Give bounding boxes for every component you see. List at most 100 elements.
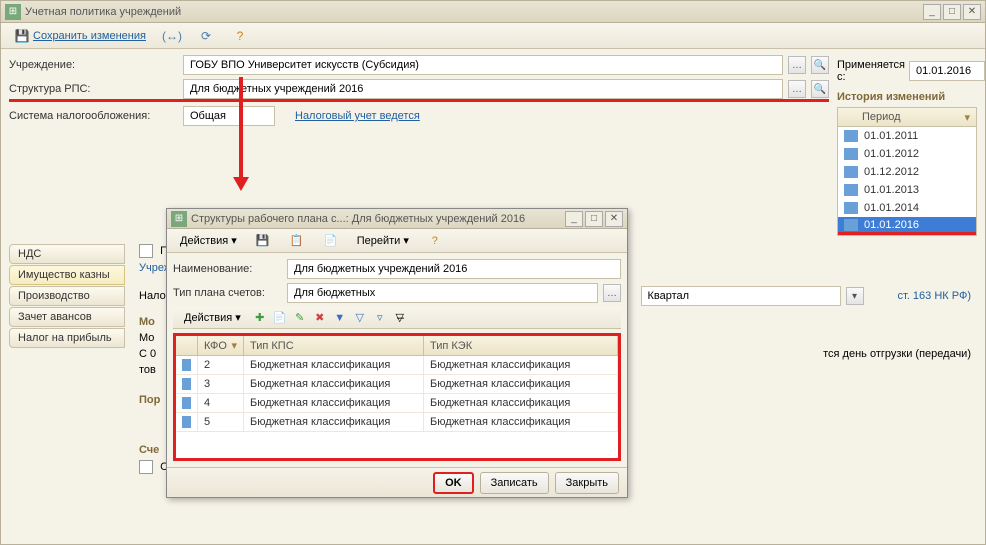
- grid-actions-menu[interactable]: Действия ▾: [177, 308, 248, 328]
- history-item[interactable]: 01.12.2012: [838, 163, 976, 181]
- minimize-button[interactable]: _: [923, 4, 941, 20]
- dialog-list-button[interactable]: 📄: [316, 231, 346, 251]
- delete-icon[interactable]: ✖: [312, 310, 328, 326]
- sche-checkbox[interactable]: [139, 460, 153, 474]
- dialog-close-button[interactable]: ✕: [605, 211, 623, 227]
- dialog-plantype-row: Тип плана счетов: …: [173, 283, 621, 303]
- institution-input[interactable]: [183, 55, 783, 75]
- nav-tabs: НДСИмущество казныПроизводствоЗачет аван…: [9, 240, 125, 538]
- diskette-icon: 💾: [255, 233, 271, 249]
- save-changes-button[interactable]: 💾 Сохранить изменения: [7, 26, 153, 46]
- help-button[interactable]: ?: [225, 26, 255, 46]
- refresh-button[interactable]: ⟳: [191, 26, 221, 46]
- nav-tab-0[interactable]: НДС: [9, 244, 125, 264]
- dialog-name-field[interactable]: [292, 260, 616, 278]
- table-row[interactable]: 5Бюджетная классификацияБюджетная класси…: [176, 413, 618, 432]
- applies-input[interactable]: [909, 61, 985, 81]
- table-row[interactable]: 4Бюджетная классификацияБюджетная класси…: [176, 394, 618, 413]
- table-row[interactable]: 2Бюджетная классификацияБюджетная класси…: [176, 356, 618, 375]
- dialog-maximize-button[interactable]: □: [585, 211, 603, 227]
- history-item-date: 01.12.2012: [864, 166, 919, 178]
- history-item[interactable]: 01.01.2012: [838, 145, 976, 163]
- dialog-controls: _ □ ✕: [565, 211, 623, 227]
- filter-icon[interactable]: ▼: [332, 310, 348, 326]
- vat-period-input[interactable]: [641, 286, 841, 306]
- dialog-help-button[interactable]: ?: [420, 231, 450, 251]
- list-icon: 📄: [323, 233, 339, 249]
- chevron-down-icon: ▾: [235, 311, 241, 324]
- history-item[interactable]: 01.01.2013: [838, 181, 976, 199]
- applies-label: Применяется с:: [837, 59, 905, 83]
- titlebar: ⊞ Учетная политика учреждений _ □ ✕: [1, 1, 985, 23]
- window-title: Учетная политика учреждений: [25, 6, 923, 18]
- table-row[interactable]: 3Бюджетная классификацияБюджетная класси…: [176, 375, 618, 394]
- vat-period-dropdown-button[interactable]: ▾: [846, 287, 864, 305]
- taxsys-field[interactable]: [188, 107, 270, 125]
- nav-tab-4[interactable]: Налог на прибыль: [9, 328, 125, 348]
- dialog-close-action-button[interactable]: Закрыть: [555, 472, 619, 494]
- app-icon: ⊞: [5, 4, 21, 20]
- dialog-actions-menu[interactable]: Действия ▾: [173, 231, 244, 251]
- taxsys-input[interactable]: [183, 106, 275, 126]
- institution-ellipsis-button[interactable]: …: [788, 56, 806, 74]
- cell-kek: Бюджетная классификация: [424, 413, 618, 431]
- dialog-plantype-input[interactable]: [287, 283, 598, 303]
- dialog-actions-label: Действия: [180, 235, 228, 247]
- arrow-collapse-icon: (↔): [164, 28, 180, 44]
- history-col-header[interactable]: Период ▾: [837, 107, 977, 127]
- filter3-icon[interactable]: ▿: [372, 310, 388, 326]
- close-button[interactable]: ✕: [963, 4, 981, 20]
- filter-clear-icon[interactable]: ▽̶: [392, 310, 408, 326]
- dialog-save-tb-button[interactable]: 💾: [248, 231, 278, 251]
- vat-period-field[interactable]: [646, 287, 836, 305]
- cell-kek: Бюджетная классификация: [424, 356, 618, 374]
- maximize-button[interactable]: □: [943, 4, 961, 20]
- rps-ellipsis-button[interactable]: …: [788, 80, 806, 98]
- history-item[interactable]: 01.01.2014: [838, 199, 976, 217]
- grid-col-icon[interactable]: [176, 336, 198, 355]
- dialog-name-input[interactable]: [287, 259, 621, 279]
- cell-kfo: 2: [198, 356, 244, 374]
- institution-search-button[interactable]: 🔍: [811, 56, 829, 74]
- add-copy-icon[interactable]: 📄: [272, 310, 288, 326]
- copy-icon: 📋: [289, 233, 305, 249]
- add-icon[interactable]: ✚: [252, 310, 268, 326]
- history-item-date: 01.01.2014: [864, 202, 919, 214]
- grid-actions-label: Действия: [184, 312, 232, 324]
- history-item-date: 01.01.2011: [864, 130, 918, 142]
- dialog-ok-button[interactable]: OK: [433, 472, 474, 494]
- rps-field[interactable]: [188, 80, 778, 98]
- edit-icon[interactable]: ✎: [292, 310, 308, 326]
- dialog-plantype-field[interactable]: [292, 284, 593, 302]
- filter2-icon[interactable]: ▽: [352, 310, 368, 326]
- ship-line: тся день отгрузки (передачи): [823, 348, 971, 360]
- history-item[interactable]: 01.01.2011: [838, 127, 976, 145]
- grid-col-kfo[interactable]: КФО▾: [198, 336, 244, 355]
- dialog-goto-menu[interactable]: Перейти ▾: [350, 231, 416, 251]
- history-item[interactable]: 01.01.2016: [838, 217, 976, 235]
- applies-field[interactable]: [914, 62, 980, 80]
- dialog-name-row: Наименование:: [173, 259, 621, 279]
- grid-col-kps[interactable]: Тип КПС: [244, 336, 424, 355]
- rps-input[interactable]: [183, 79, 783, 99]
- dialog-goto-label: Перейти: [357, 235, 401, 247]
- window-controls: _ □ ✕: [923, 4, 981, 20]
- nav-tab-2[interactable]: Производство: [9, 286, 125, 306]
- dialog-save-button[interactable]: Записать: [480, 472, 549, 494]
- history-col-period: Период: [862, 111, 901, 123]
- dialog-footer: OK Записать Закрыть: [167, 467, 627, 497]
- dialog-minimize-button[interactable]: _: [565, 211, 583, 227]
- vat-exempt-checkbox[interactable]: [139, 244, 153, 258]
- nav-tab-3[interactable]: Зачет авансов: [9, 307, 125, 327]
- chevron-down-icon: ▾: [403, 234, 409, 247]
- cell-kps: Бюджетная классификация: [244, 356, 424, 374]
- tax-accounting-link[interactable]: Налоговый учет ведется: [295, 110, 420, 122]
- institution-field[interactable]: [188, 56, 778, 74]
- grid-col-kek[interactable]: Тип КЭК: [424, 336, 618, 355]
- rps-search-button[interactable]: 🔍: [811, 80, 829, 98]
- dialog-copy-button[interactable]: 📋: [282, 231, 312, 251]
- dialog-plantype-ellipsis-button[interactable]: …: [603, 284, 621, 302]
- nav-tab-1[interactable]: Имущество казны: [9, 265, 125, 285]
- nav-back-button[interactable]: (↔): [157, 26, 187, 46]
- grid-rows: 2Бюджетная классификацияБюджетная класси…: [176, 356, 618, 432]
